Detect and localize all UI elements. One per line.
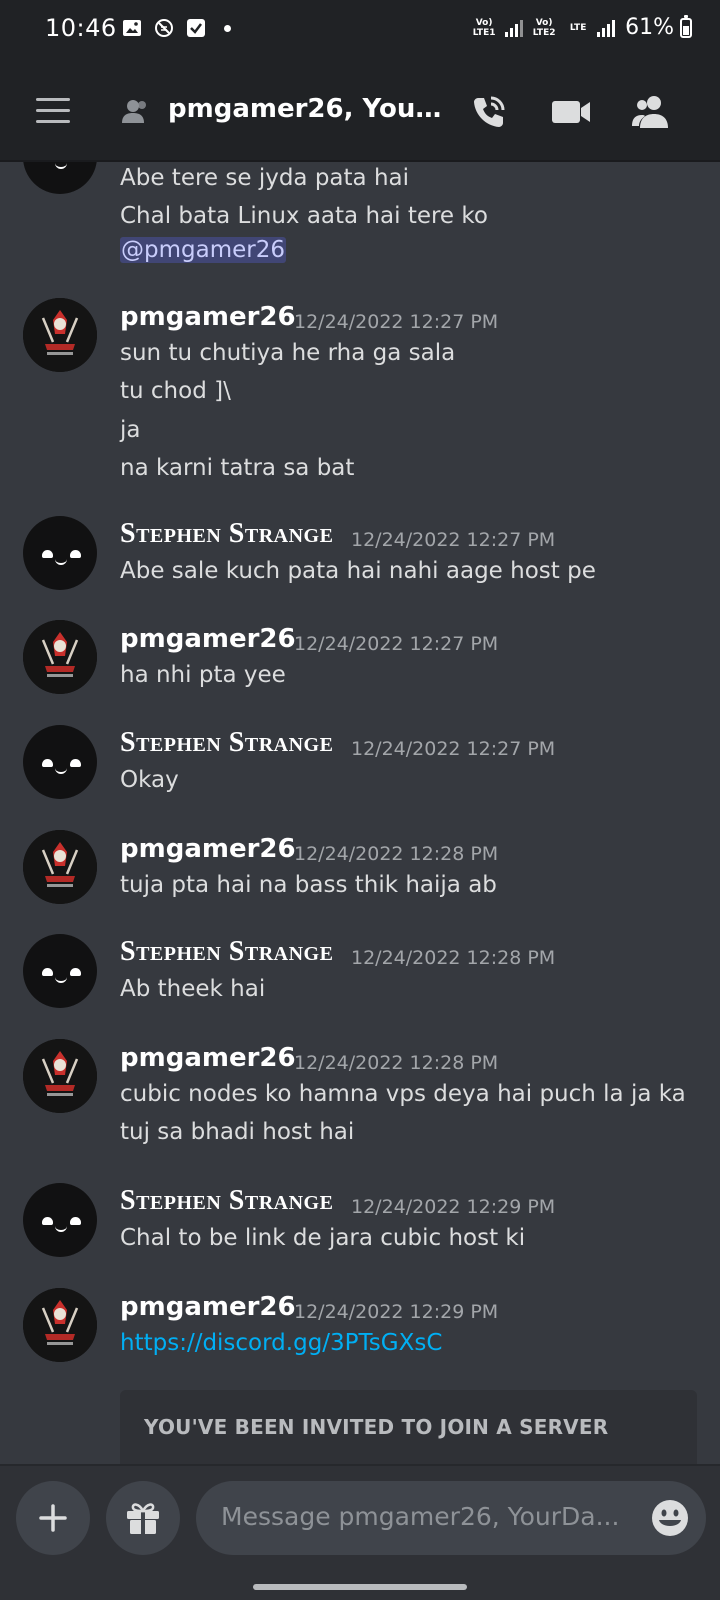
message-input-placeholder: Message pmgamer26, YourDa... — [221, 1502, 620, 1531]
menu-icon[interactable] — [36, 98, 70, 124]
battery-percent: 61% — [625, 15, 674, 40]
message-timestamp: 12/24/2022 12:27 PM — [294, 633, 499, 655]
home-indicator[interactable] — [253, 1584, 467, 1590]
message-text: sun tu chutiya he rha ga sala — [120, 340, 456, 366]
avatar[interactable] — [23, 1183, 97, 1257]
sim2-label: Vo) LTE2 — [532, 17, 556, 38]
plus-icon — [39, 1504, 67, 1532]
avatar[interactable] — [23, 830, 97, 904]
video-call-button[interactable] — [549, 90, 593, 134]
message-mention-line: @pmgamer26 — [120, 237, 286, 263]
message-author[interactable]: pmgamer26 — [120, 1043, 296, 1073]
message-timestamp: 12/24/2022 12:27 PM — [351, 529, 556, 551]
message-author[interactable]: Stephen Strange — [120, 727, 333, 759]
message-author[interactable]: pmgamer26 — [120, 834, 296, 864]
emoji-icon[interactable] — [650, 1498, 690, 1538]
message-author[interactable]: Stephen Strange — [120, 936, 333, 968]
lte-label: LTE — [569, 22, 587, 33]
message-text: ha nhi pta yee — [120, 662, 286, 688]
voice-call-button[interactable] — [467, 90, 511, 134]
gift-icon — [127, 1503, 159, 1534]
message-input[interactable]: Message pmgamer26, YourDa... — [196, 1481, 706, 1555]
message-timestamp: 12/24/2022 12:28 PM — [294, 843, 499, 865]
message-timestamp: 12/24/2022 12:29 PM — [294, 1301, 499, 1323]
gift-button[interactable] — [106, 1481, 180, 1555]
gallery-icon — [123, 20, 141, 36]
invite-card-title: YOU'VE BEEN INVITED TO JOIN A SERVER — [144, 1415, 609, 1439]
avatar[interactable] — [23, 620, 97, 694]
avatar[interactable] — [23, 1288, 97, 1362]
invite-link[interactable]: https://discord.gg/3PTsGXsC — [120, 1330, 442, 1356]
pm-gamer-avatar-icon — [23, 1039, 97, 1113]
message-text: Chal to be link de jara cubic host ki — [120, 1225, 526, 1251]
status-time: 10:46 — [45, 14, 117, 42]
video-camera-icon — [552, 101, 590, 123]
avatar[interactable] — [23, 725, 97, 799]
message-timestamp: 12/24/2022 12:28 PM — [351, 947, 556, 969]
more-notifications-dot — [224, 24, 231, 32]
status-right: Vo) LTE1 Vo) LTE2 LTE 61% — [469, 14, 692, 40]
avatar[interactable] — [23, 298, 97, 372]
channel-header: pmgamer26, YourD... — [0, 60, 720, 162]
notification-icons — [122, 18, 231, 38]
message-author[interactable]: Stephen Strange — [120, 518, 333, 550]
message-text: Ab theek hai — [120, 976, 266, 1002]
group-dm-icon — [122, 100, 146, 123]
message-timestamp: 12/24/2022 12:27 PM — [294, 311, 499, 333]
channel-title: pmgamer26, YourD... — [168, 94, 443, 124]
pm-gamer-avatar-icon — [23, 298, 97, 372]
user-mention[interactable]: @pmgamer26 — [120, 237, 286, 263]
message-author[interactable]: pmgamer26 — [120, 302, 296, 332]
message-text: Okay — [120, 767, 179, 793]
checkbox-icon — [187, 19, 205, 37]
signal-icon — [597, 19, 616, 37]
message-text: tuj sa bhadi host hai — [120, 1119, 355, 1145]
pm-gamer-avatar-icon — [23, 620, 97, 694]
message-text: ja — [120, 417, 141, 443]
status-bar: 10:46 Vo) LTE1 Vo) LTE2 LTE 61% — [0, 0, 720, 60]
avatar[interactable] — [23, 162, 97, 194]
sim1-label: Vo) LTE1 — [472, 17, 496, 38]
attach-button[interactable] — [16, 1481, 90, 1555]
message-text: tuja pta hai na bass thik haija ab — [120, 872, 497, 898]
message-text: Abe sale kuch pata hai nahi aage host pe — [120, 558, 596, 584]
message-list[interactable]: Abe tere se jyda pata hai Chal bata Linu… — [0, 162, 720, 1464]
dnd-icon — [155, 19, 173, 37]
avatar[interactable] — [23, 934, 97, 1008]
message-timestamp: 12/24/2022 12:28 PM — [294, 1052, 499, 1074]
message-text: Chal bata Linux aata hai tere ko — [120, 203, 488, 229]
message-text: tu chod ]\ — [120, 378, 231, 404]
message-text: cubic nodes ko hamna vps deya hai puch l… — [120, 1081, 686, 1107]
message-author[interactable]: pmgamer26 — [120, 1292, 296, 1322]
pm-gamer-avatar-icon — [23, 830, 97, 904]
message-author[interactable]: pmgamer26 — [120, 624, 296, 654]
signal-icon — [505, 19, 524, 37]
message-text: Abe tere se jyda pata hai — [120, 165, 410, 191]
message-author[interactable]: Stephen Strange — [120, 1185, 333, 1217]
phone-call-icon — [474, 96, 505, 127]
avatar[interactable] — [23, 1039, 97, 1113]
message-text: na karni tatra sa bat — [120, 455, 355, 481]
server-invite-card[interactable]: YOU'VE BEEN INVITED TO JOIN A SERVER — [120, 1390, 697, 1464]
avatar[interactable] — [23, 516, 97, 590]
members-button[interactable] — [629, 90, 673, 134]
members-icon — [632, 96, 668, 128]
message-timestamp: 12/24/2022 12:27 PM — [351, 738, 556, 760]
message-timestamp: 12/24/2022 12:29 PM — [351, 1196, 556, 1218]
pm-gamer-avatar-icon — [23, 1288, 97, 1362]
composer-bar: Message pmgamer26, YourDa... — [0, 1464, 720, 1600]
battery-icon — [680, 14, 692, 38]
